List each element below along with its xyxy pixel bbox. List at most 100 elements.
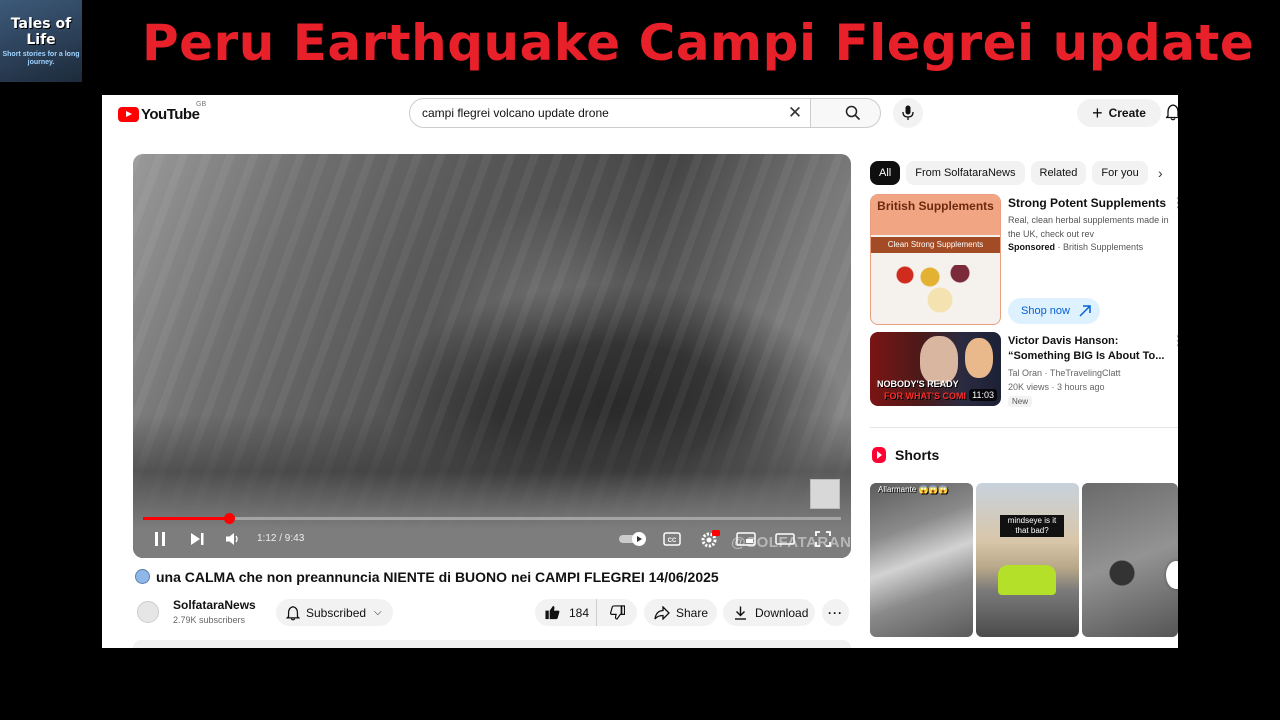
- short-card[interactable]: mindseye is it that bad?: [976, 483, 1079, 637]
- dislike-button[interactable]: [597, 599, 637, 626]
- short-label: mindseye is it that bad?: [1000, 515, 1064, 537]
- search-query: campi flegrei volcano update drone: [422, 106, 609, 120]
- time-display: 1:12 / 9:43: [257, 533, 305, 544]
- video-frame: Tales of Life Short stories for a long j…: [0, 0, 1280, 720]
- shop-now-button[interactable]: Shop now: [1008, 298, 1100, 324]
- ad-thumb-title: British Supplements: [877, 199, 994, 213]
- shorts-heading: Shorts: [872, 447, 939, 463]
- share-button[interactable]: Share: [644, 599, 717, 626]
- video-title-text: una CALMA che non preannuncia NIENTE di …: [156, 569, 719, 585]
- pause-icon[interactable]: [153, 531, 167, 547]
- more-actions-button[interactable]: ···: [822, 599, 849, 626]
- volume-icon[interactable]: [225, 531, 241, 547]
- like-dislike-group: 184: [535, 599, 637, 626]
- short-label: Allarmante 😱😱😱: [878, 485, 949, 494]
- youtube-window: YouTube GB campi flegrei volcano update …: [102, 95, 1178, 648]
- brand-tagline: Short stories for a long journey.: [2, 50, 80, 66]
- short-card[interactable]: [1082, 483, 1178, 637]
- filter-chips: All From SolfataraNews Related For you: [870, 161, 1148, 185]
- video-thumbnail[interactable]: NOBODY'S READY FOR WHAT'S COMI 11:03: [870, 332, 1001, 406]
- subscribed-label: Subscribed: [306, 605, 367, 620]
- supplement-pills-image: [885, 265, 985, 315]
- thumbnail-face: [920, 336, 958, 384]
- scrubber-handle[interactable]: [224, 513, 235, 524]
- plus-icon: +: [1092, 103, 1103, 123]
- microphone-icon: [902, 105, 914, 120]
- ad-thumbnail[interactable]: British Supplements Clean Strong Supplem…: [870, 194, 1001, 325]
- channel-watermark-icon[interactable]: [810, 479, 840, 509]
- shorts-heading-text: Shorts: [895, 447, 940, 463]
- autoplay-toggle-icon[interactable]: [619, 532, 647, 546]
- ad-thumb-band: Clean Strong Supplements: [871, 237, 1000, 253]
- voice-search-button[interactable]: [893, 98, 923, 128]
- ad-sponsor-line: Sponsored · British Supplements: [1008, 242, 1143, 252]
- country-code: GB: [196, 101, 207, 108]
- chip-for-you[interactable]: For you: [1092, 161, 1148, 185]
- search-icon: [845, 105, 861, 121]
- search-button[interactable]: [811, 98, 881, 128]
- channel-logo: Tales of Life Short stories for a long j…: [0, 0, 82, 82]
- channel-avatar[interactable]: [137, 601, 159, 623]
- subscriber-count: 2.79K subscribers: [173, 615, 246, 625]
- next-video-icon[interactable]: [189, 531, 205, 547]
- create-label: Create: [1108, 106, 1146, 120]
- shop-now-label: Shop now: [1021, 305, 1070, 317]
- search-input[interactable]: campi flegrei volcano update drone ✕: [409, 98, 811, 128]
- masthead: YouTube GB campi flegrei volcano update …: [102, 95, 1178, 133]
- video-more-icon[interactable]: ⋮: [1172, 333, 1178, 349]
- youtube-play-icon: [118, 107, 139, 122]
- video-duration: 11:03: [969, 389, 997, 401]
- download-icon: [735, 606, 746, 620]
- progress-bar[interactable]: [143, 513, 841, 524]
- chip-from-channel[interactable]: From SolfataraNews: [906, 161, 1025, 185]
- video-title: una CALMA che non preannuncia NIENTE di …: [135, 569, 719, 585]
- ad-more-icon[interactable]: ⋮: [1172, 195, 1178, 211]
- chip-related[interactable]: Related: [1030, 161, 1087, 185]
- related-video-title[interactable]: Victor Davis Hanson: “Something BIG Is A…: [1008, 334, 1168, 364]
- like-count: 184: [569, 605, 590, 620]
- clear-search-icon[interactable]: ✕: [786, 104, 804, 122]
- video-player[interactable]: 1:12 / 9:43 CC @SOLFATARAN: [133, 154, 851, 558]
- logo-wordmark: YouTube: [141, 106, 200, 123]
- thumbs-down-icon: [609, 605, 625, 620]
- notifications-bell-icon[interactable]: [1166, 103, 1178, 121]
- like-button[interactable]: 184: [535, 599, 597, 626]
- new-badge: New: [1008, 396, 1033, 407]
- chip-all[interactable]: All: [870, 161, 901, 185]
- chevron-right-icon[interactable]: ›: [1158, 165, 1163, 181]
- progress-played: [143, 517, 229, 520]
- download-button[interactable]: Download: [723, 599, 815, 626]
- share-label: Share: [676, 605, 709, 620]
- thumbnail-caption: FOR WHAT'S COMI: [884, 391, 966, 401]
- settings-gear-icon[interactable]: [700, 530, 720, 548]
- svg-text:CC: CC: [668, 538, 677, 544]
- channel-name[interactable]: SolfataraNews: [173, 598, 256, 612]
- share-icon: [654, 605, 670, 620]
- create-button[interactable]: + Create: [1077, 99, 1161, 127]
- video-watermark: @SOLFATARANEWS: [731, 534, 851, 551]
- brand-line2: Life: [26, 31, 56, 48]
- thumbnail-caption: NOBODY'S READY: [877, 379, 959, 389]
- thumbnail-face: [965, 338, 993, 378]
- youtube-logo[interactable]: YouTube GB: [118, 101, 206, 123]
- ad-description: Real, clean herbal supplements made in t…: [1008, 215, 1169, 239]
- section-divider: [870, 427, 1178, 428]
- more-horizontal-icon: ···: [828, 605, 843, 620]
- shorts-icon: [872, 447, 886, 463]
- chevron-down-icon: ⌵: [374, 607, 382, 618]
- external-arrow-icon: [1079, 305, 1091, 317]
- shocked-emoji-icon: [135, 569, 150, 584]
- captions-icon[interactable]: CC: [663, 532, 681, 546]
- sponsored-label: Sponsored: [1008, 242, 1056, 252]
- download-label: Download: [755, 605, 809, 620]
- subscribed-button[interactable]: Subscribed ⌵: [276, 599, 393, 626]
- related-video-meta: 20K views · 3 hours ago: [1008, 382, 1105, 392]
- related-video-channel[interactable]: Tal Oran · TheTravelingClatt: [1008, 368, 1121, 378]
- advertiser-name: · British Supplements: [1057, 242, 1144, 252]
- ad-title[interactable]: Strong Potent Supplements: [1008, 196, 1166, 210]
- description-box[interactable]: [133, 640, 851, 648]
- short-card[interactable]: Allarmante 😱😱😱: [870, 483, 973, 637]
- bell-icon: [286, 605, 300, 621]
- thumbs-up-icon: [545, 605, 560, 620]
- car-image: [998, 565, 1056, 595]
